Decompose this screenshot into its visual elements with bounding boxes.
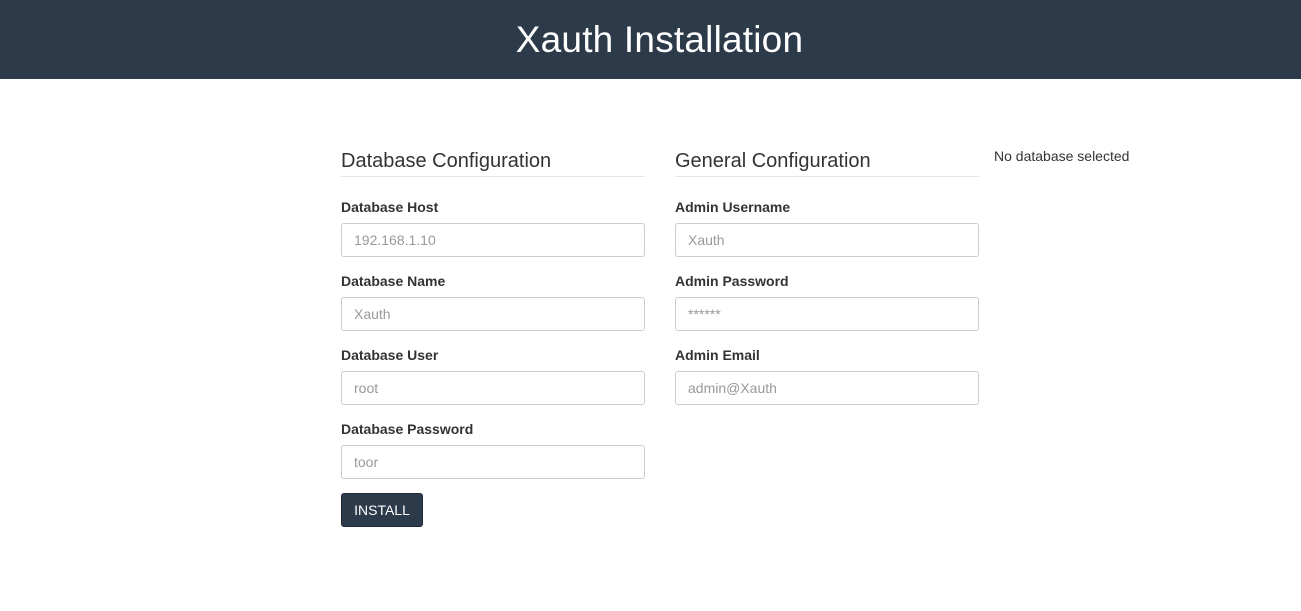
database-host-input[interactable] <box>341 223 645 257</box>
admin-password-group: Admin Password <box>675 271 979 331</box>
admin-username-label: Admin Username <box>675 199 791 215</box>
admin-email-group: Admin Email <box>675 345 979 405</box>
database-password-input[interactable] <box>341 445 645 479</box>
install-button[interactable]: INSTALL <box>341 493 423 527</box>
database-user-group: Database User <box>341 345 645 405</box>
database-password-group: Database Password <box>341 419 645 479</box>
general-config-section: General Configuration Admin Username Adm… <box>675 146 979 405</box>
admin-email-label: Admin Email <box>675 347 760 363</box>
page-title: Xauth Installation <box>515 18 804 60</box>
database-config-heading: Database Configuration <box>341 146 645 177</box>
database-name-input[interactable] <box>341 297 645 331</box>
database-user-input[interactable] <box>341 371 645 405</box>
database-name-label: Database Name <box>341 273 446 289</box>
database-password-label: Database Password <box>341 421 474 437</box>
database-config-section: Database Configuration Database Host Dat… <box>341 146 645 479</box>
admin-username-input[interactable] <box>675 223 979 257</box>
general-config-heading: General Configuration <box>675 146 979 177</box>
admin-username-group: Admin Username <box>675 197 979 257</box>
database-user-label: Database User <box>341 347 439 363</box>
database-name-group: Database Name <box>341 271 645 331</box>
admin-email-input[interactable] <box>675 371 979 405</box>
admin-password-input[interactable] <box>675 297 979 331</box>
database-host-group: Database Host <box>341 197 645 257</box>
page-header: Xauth Installation <box>0 0 1301 79</box>
admin-password-label: Admin Password <box>675 273 789 289</box>
database-host-label: Database Host <box>341 199 439 215</box>
database-status-text: No database selected <box>994 148 1130 164</box>
